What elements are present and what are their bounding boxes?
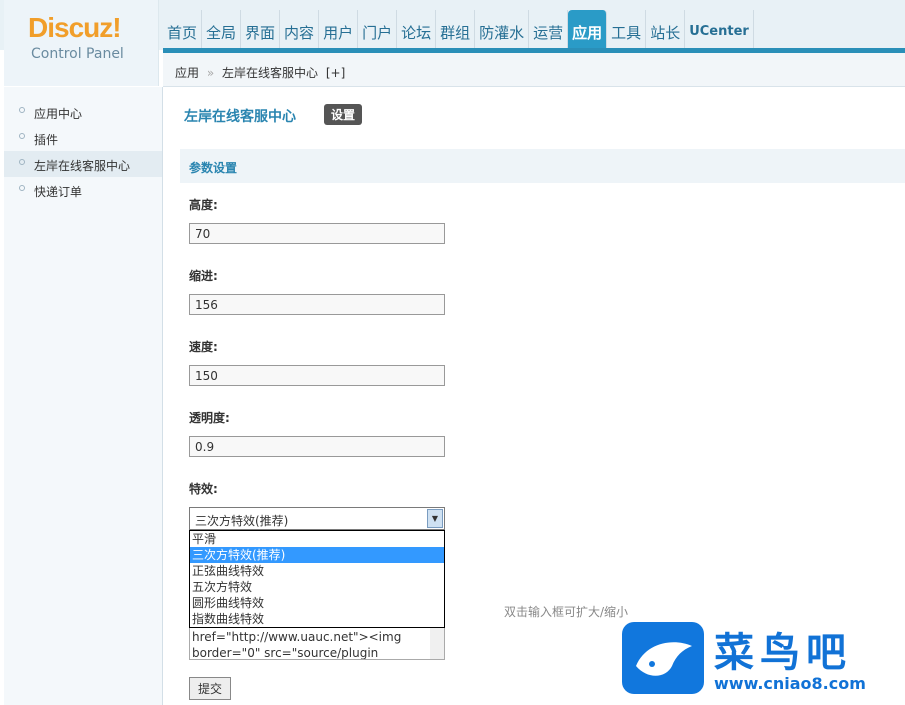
sidebar-item-label: 快递订单: [34, 185, 83, 199]
effect-selected-value: 三次方特效(推荐): [195, 514, 289, 528]
effect-label: 特效:: [189, 482, 218, 496]
nav-item[interactable]: 内容: [280, 10, 320, 48]
sidebar-item[interactable]: 左岸在线客服中心: [4, 151, 162, 177]
dropdown-option[interactable]: 指数曲线特效: [190, 611, 444, 627]
dropdown-option[interactable]: 五次方特效: [190, 579, 444, 595]
bird-logo-icon: [622, 622, 704, 694]
nav-item[interactable]: 运营: [529, 10, 569, 48]
bullet-icon: [19, 107, 25, 113]
code-textarea[interactable]: href="http://www.uauc.net"><img border="…: [189, 627, 445, 660]
nav-item[interactable]: 工具: [607, 10, 647, 48]
watermark-name: 菜鸟吧: [714, 630, 852, 676]
indent-label: 缩进:: [189, 269, 218, 283]
textarea-line: href="http://www.uauc.net"><img: [192, 630, 402, 644]
main-content: 左岸在线客服中心 设置 参数设置 高度: 70 缩进: 156 速度: 150 …: [164, 87, 905, 705]
nav-item[interactable]: 全局: [202, 10, 242, 48]
speed-input[interactable]: 150: [189, 365, 445, 386]
scrollbar[interactable]: [430, 628, 444, 659]
effect-dropdown-list: 平滑 三次方特效(推荐) 正弦曲线特效 五次方特效 圆形曲线特效 指数曲线特效: [189, 530, 445, 628]
submit-button[interactable]: 提交: [189, 677, 232, 700]
bullet-icon: [19, 185, 25, 191]
effect-select[interactable]: 三次方特效(推荐) ▼: [189, 507, 445, 530]
dropdown-option[interactable]: 三次方特效(推荐): [190, 547, 444, 563]
breadcrumb-sep: »: [206, 66, 215, 80]
settings-tab-button[interactable]: 设置: [324, 104, 363, 125]
page-title: 左岸在线客服中心: [184, 109, 296, 125]
add-shortcut-button[interactable]: [+]: [326, 66, 345, 80]
breadcrumb: 应用 » 左岸在线客服中心 [+]: [163, 53, 905, 87]
sidebar: 应用中心插件左岸在线客服中心 快递订单: [4, 87, 163, 705]
watermark-url: www.cniao8.com: [714, 674, 866, 693]
sidebar-item[interactable]: 插件: [4, 125, 162, 151]
textarea-hint: 双击输入框可扩大/缩小: [504, 605, 629, 619]
section-header: 参数设置: [180, 149, 905, 183]
dropdown-option[interactable]: 圆形曲线特效: [190, 595, 444, 611]
nav-item[interactable]: UCenter: [685, 10, 754, 48]
nav-item[interactable]: 群组: [436, 10, 476, 48]
nav-item[interactable]: 应用: [568, 10, 608, 48]
sidebar-item[interactable]: 应用中心: [4, 99, 162, 125]
indent-input[interactable]: 156: [189, 294, 445, 315]
nav-item[interactable]: 用户: [319, 10, 359, 48]
opacity-input[interactable]: 0.9: [189, 436, 445, 457]
watermark: 菜鸟吧 www.cniao8.com: [622, 620, 905, 705]
breadcrumb-root[interactable]: 应用: [175, 66, 199, 80]
sidebar-item-label: 左岸在线客服中心: [34, 159, 131, 173]
opacity-label: 透明度:: [189, 411, 230, 425]
nav-item[interactable]: 论坛: [397, 10, 437, 48]
sidebar-item-label: 应用中心: [34, 107, 83, 121]
nav-item[interactable]: 界面: [241, 10, 281, 48]
dropdown-option[interactable]: 正弦曲线特效: [190, 563, 444, 579]
height-label: 高度:: [189, 198, 218, 212]
breadcrumb-current: 左岸在线客服中心: [222, 66, 319, 80]
sidebar-item[interactable]: 快递订单: [4, 177, 162, 203]
logo[interactable]: Discuz! Control Panel: [4, 0, 159, 86]
nav-item[interactable]: 门户: [358, 10, 398, 48]
sidebar-item-label: 插件: [34, 133, 59, 147]
height-input[interactable]: 70: [189, 223, 445, 244]
bullet-icon: [19, 159, 25, 165]
nav-item[interactable]: 站长: [646, 10, 686, 48]
top-nav: 首页 全局 界面 内容 用户 门户 论坛 群组 防灌水 运营 应用 工具 站长 UCenter: [163, 10, 754, 48]
speed-label: 速度:: [189, 340, 218, 354]
bullet-icon: [19, 133, 25, 139]
nav-item[interactable]: 防灌水: [475, 10, 530, 48]
nav-item[interactable]: 首页: [163, 10, 203, 48]
dropdown-option[interactable]: 平滑: [190, 531, 444, 547]
chevron-down-icon[interactable]: ▼: [427, 509, 443, 528]
textarea-line: border="0" src="source/plugin: [192, 646, 379, 660]
